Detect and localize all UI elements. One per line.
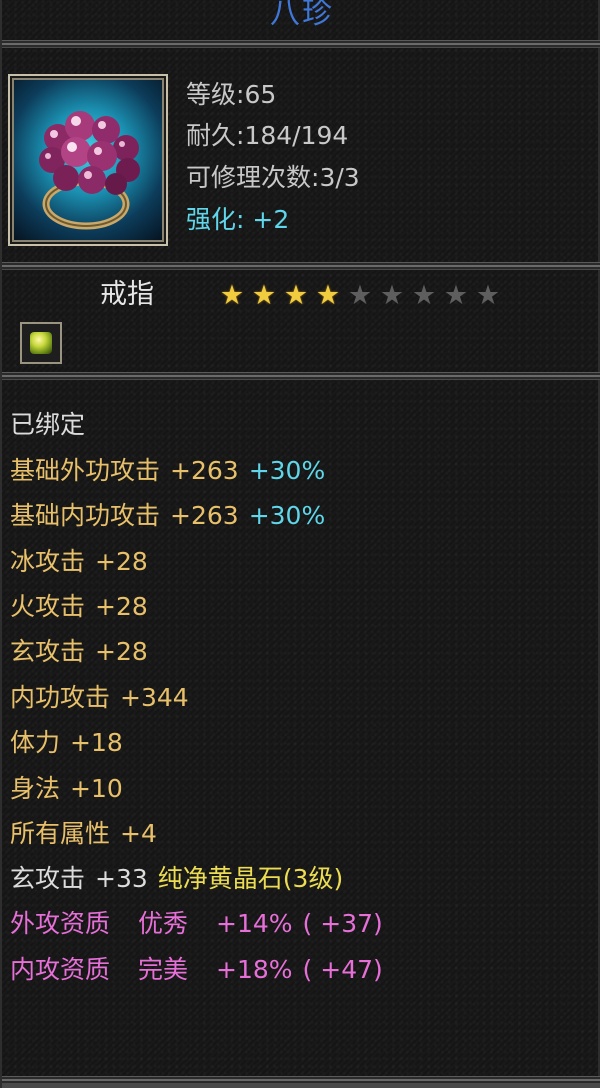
durability-label: 耐久: bbox=[186, 121, 245, 150]
attr-ice-attack: 冰攻击 +28 bbox=[10, 547, 148, 577]
star-rating: ★ ★ ★ ★ ★ ★ ★ ★ ★ bbox=[216, 282, 504, 310]
attr-all-attributes: 所有属性 +4 bbox=[10, 819, 157, 849]
attr-value: +33 bbox=[95, 864, 148, 893]
attr-bonus: +30% bbox=[248, 456, 326, 485]
attr-value: +18 bbox=[70, 728, 123, 757]
star-filled-icon: ★ bbox=[251, 280, 277, 311]
attr-label: 内功攻击 bbox=[10, 683, 111, 712]
level-label: 等级: bbox=[186, 80, 245, 109]
purple-pearl-ring-icon bbox=[39, 111, 140, 230]
attr-bonus: +30% bbox=[248, 501, 326, 530]
repairs-value: 3/3 bbox=[319, 163, 360, 192]
level-stat: 等级:65 bbox=[186, 80, 276, 110]
divider bbox=[2, 1076, 600, 1088]
durability-value: 184/194 bbox=[244, 121, 349, 150]
star-empty-icon: ★ bbox=[411, 280, 437, 311]
attr-int-quality: 内攻资质 完美 +18% ( +47) bbox=[10, 955, 383, 985]
attr-label: 冰攻击 bbox=[10, 547, 86, 576]
repairs-stat: 可修理次数:3/3 bbox=[186, 163, 360, 193]
enhance-value: +2 bbox=[252, 205, 290, 234]
attr-value: +28 bbox=[95, 547, 148, 576]
attr-value: +344 bbox=[120, 683, 189, 712]
star-empty-icon: ★ bbox=[347, 280, 373, 311]
attr-value: +263 bbox=[170, 501, 239, 530]
gem-name: 纯净黄晶石(3级) bbox=[157, 864, 344, 893]
divider bbox=[2, 40, 600, 48]
enhance-label: 强化: bbox=[186, 205, 253, 234]
attr-value: +10 bbox=[70, 774, 123, 803]
enhance-stat: 强化: +2 bbox=[186, 205, 289, 235]
attr-label: 玄攻击 bbox=[10, 864, 86, 893]
attr-fire-attack: 火攻击 +28 bbox=[10, 592, 148, 622]
item-title: 八珍 bbox=[270, 0, 334, 31]
bound-status: 已绑定 bbox=[10, 410, 86, 439]
attr-int-attack: 内功攻击 +344 bbox=[10, 683, 189, 713]
gem-socket[interactable] bbox=[20, 322, 62, 364]
quality-percent: +14% bbox=[216, 909, 293, 938]
item-icon-frame bbox=[8, 74, 168, 246]
quality-grade: 优秀 bbox=[138, 909, 189, 938]
item-type: 戒指 bbox=[100, 279, 154, 310]
attr-agility: 身法 +10 bbox=[10, 774, 123, 804]
attr-label: 体力 bbox=[10, 728, 61, 757]
attr-label: 身法 bbox=[10, 774, 61, 803]
repairs-label: 可修理次数: bbox=[186, 163, 320, 192]
attr-label: 外攻资质 bbox=[10, 909, 111, 938]
divider bbox=[2, 262, 600, 270]
attr-value: +28 bbox=[95, 592, 148, 621]
quality-grade: 完美 bbox=[138, 955, 189, 984]
quality-percent: +18% bbox=[216, 955, 293, 984]
item-tooltip: 八珍 等级:65 耐久:184/194 可修理次数:3/3 强化: +2 戒指 … bbox=[0, 0, 600, 1088]
attr-base-ext-attack: 基础外功攻击 +263 +30% bbox=[10, 456, 325, 486]
yellow-gem-icon bbox=[30, 332, 52, 354]
attr-stamina: 体力 +18 bbox=[10, 728, 123, 758]
durability-stat: 耐久:184/194 bbox=[186, 121, 348, 151]
attr-value: +263 bbox=[170, 456, 239, 485]
quality-extra: ( +47) bbox=[302, 955, 383, 984]
attr-gem-bonus: 玄攻击 +33 纯净黄晶石(3级) bbox=[10, 864, 343, 894]
attr-value: +28 bbox=[95, 637, 148, 666]
level-value: 65 bbox=[244, 80, 277, 109]
attr-label: 火攻击 bbox=[10, 592, 86, 621]
attr-label: 所有属性 bbox=[10, 819, 111, 848]
attr-ext-quality: 外攻资质 优秀 +14% ( +37) bbox=[10, 909, 383, 939]
attr-label: 基础外功攻击 bbox=[10, 456, 161, 485]
attr-label: 玄攻击 bbox=[10, 637, 86, 666]
attr-value: +4 bbox=[120, 819, 157, 848]
star-filled-icon: ★ bbox=[219, 280, 245, 311]
star-empty-icon: ★ bbox=[379, 280, 405, 311]
attr-label: 内攻资质 bbox=[10, 955, 111, 984]
quality-extra: ( +37) bbox=[302, 909, 383, 938]
star-empty-icon: ★ bbox=[443, 280, 469, 311]
star-empty-icon: ★ bbox=[475, 280, 501, 311]
star-filled-icon: ★ bbox=[315, 280, 341, 311]
attr-label: 基础内功攻击 bbox=[10, 501, 161, 530]
attr-xuan-attack: 玄攻击 +28 bbox=[10, 637, 148, 667]
star-filled-icon: ★ bbox=[283, 280, 309, 311]
attr-base-int-attack: 基础内功攻击 +263 +30% bbox=[10, 501, 325, 531]
divider bbox=[2, 372, 600, 380]
